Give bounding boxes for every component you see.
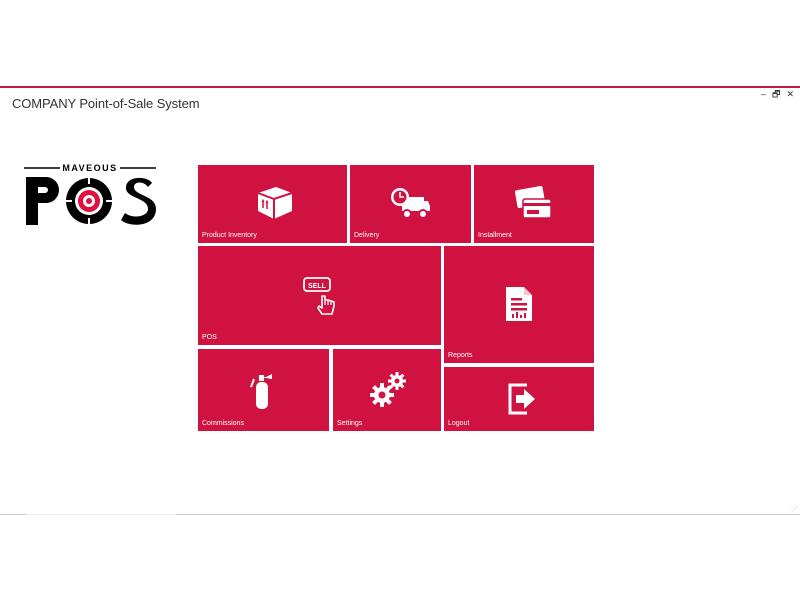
fire-extinguisher-icon xyxy=(250,374,272,409)
tile-settings[interactable]: Settings xyxy=(333,349,441,431)
tile-pos[interactable]: SELL POS xyxy=(198,246,441,345)
maveous-pos-logo: MAVEOUS xyxy=(24,163,156,229)
logo-brand-text: MAVEOUS xyxy=(62,163,118,173)
window-top-bar xyxy=(0,86,800,88)
svg-text:SELL: SELL xyxy=(308,283,327,290)
target-icon xyxy=(64,176,114,226)
window-controls: – 🗗 ✕ xyxy=(761,89,794,99)
tile-label: Installment xyxy=(478,232,512,239)
box-icon xyxy=(257,187,293,219)
app-window: COMPANY Point-of-Sale System – 🗗 ✕ MAVEO… xyxy=(0,0,800,600)
report-document-icon xyxy=(506,287,532,321)
tile-label: Reports xyxy=(448,352,473,359)
tile-delivery[interactable]: Delivery xyxy=(350,165,471,243)
restore-button[interactable]: 🗗 xyxy=(772,89,780,99)
tile-reports[interactable]: Reports xyxy=(444,246,594,363)
tile-product-inventory[interactable]: Product Inventory xyxy=(198,165,347,243)
credit-cards-icon xyxy=(514,186,552,219)
delivery-truck-icon xyxy=(391,188,430,219)
status-bar-segment xyxy=(26,514,176,515)
tile-logout[interactable]: Logout xyxy=(444,367,594,431)
resize-grip-icon[interactable]: ⋰ xyxy=(791,505,798,513)
tile-installment[interactable]: Installment xyxy=(474,165,594,243)
tile-label: Delivery xyxy=(354,232,380,239)
gears-icon xyxy=(370,372,406,407)
tile-label: Settings xyxy=(337,420,363,427)
tile-commissions[interactable]: Commissions xyxy=(198,349,329,431)
window-title: COMPANY Point-of-Sale System xyxy=(12,96,200,111)
logout-icon xyxy=(508,383,535,415)
sell-button-icon: SELL xyxy=(303,277,335,315)
tile-label: Product Inventory xyxy=(202,232,257,239)
minimize-button[interactable]: – xyxy=(761,89,766,99)
tile-label: Commissions xyxy=(202,420,245,427)
tile-label: POS xyxy=(202,334,217,341)
tile-label: Logout xyxy=(448,420,470,427)
close-button[interactable]: ✕ xyxy=(786,89,794,99)
